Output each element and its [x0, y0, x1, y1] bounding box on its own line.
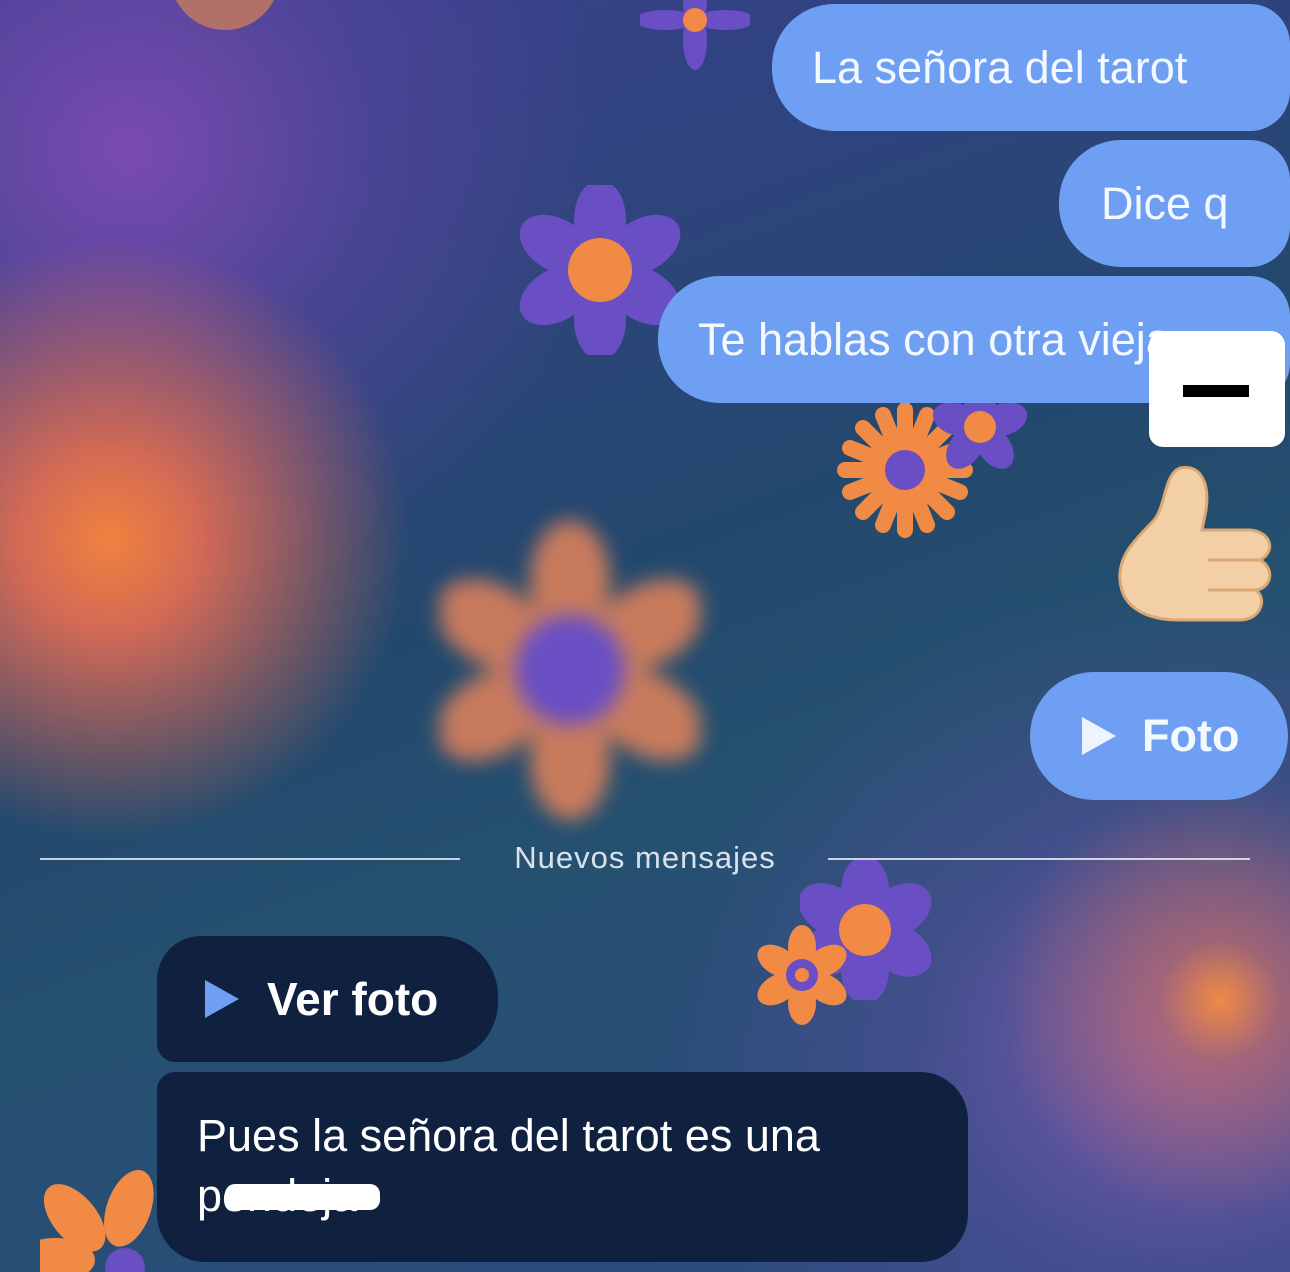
message-text: Dice q [1101, 177, 1229, 229]
received-photo-message[interactable]: Ver foto [157, 936, 498, 1062]
sent-photo-message[interactable]: Foto [1030, 672, 1288, 800]
play-icon [205, 980, 239, 1018]
redaction-bar [1183, 385, 1249, 397]
redaction-patch [1149, 331, 1285, 447]
play-icon [1082, 717, 1116, 755]
divider-line-left [40, 858, 460, 860]
message-text: La señora del tarot [812, 41, 1188, 93]
flower-decoration [640, 0, 750, 70]
outgoing-message[interactable]: La señora del tarot [772, 4, 1290, 131]
outgoing-message[interactable]: Dice q [1059, 140, 1290, 267]
thumbs-up-icon [1118, 465, 1272, 622]
photo-label: Foto [1142, 710, 1240, 761]
divider-line-right [828, 858, 1250, 860]
flower-decoration [40, 1170, 154, 1272]
flower-decoration [757, 925, 847, 1025]
new-messages-label: Nuevos mensajes [514, 840, 776, 875]
message-text-line: Pues la señora del tarot es una [197, 1110, 820, 1161]
chat-screen: La señora del tarot Dice q Te hablas con… [0, 0, 1290, 1272]
photo-label: Ver foto [267, 973, 439, 1025]
incoming-message[interactable]: Pues la señora del tarot es una pendeja [157, 1072, 968, 1262]
message-text: Te hablas con otra vieja [698, 313, 1171, 365]
flower-decoration [176, 0, 274, 30]
redaction-scribble [225, 1184, 380, 1210]
flower-decoration [440, 520, 700, 820]
thumbs-up-reaction[interactable] [1110, 460, 1280, 630]
